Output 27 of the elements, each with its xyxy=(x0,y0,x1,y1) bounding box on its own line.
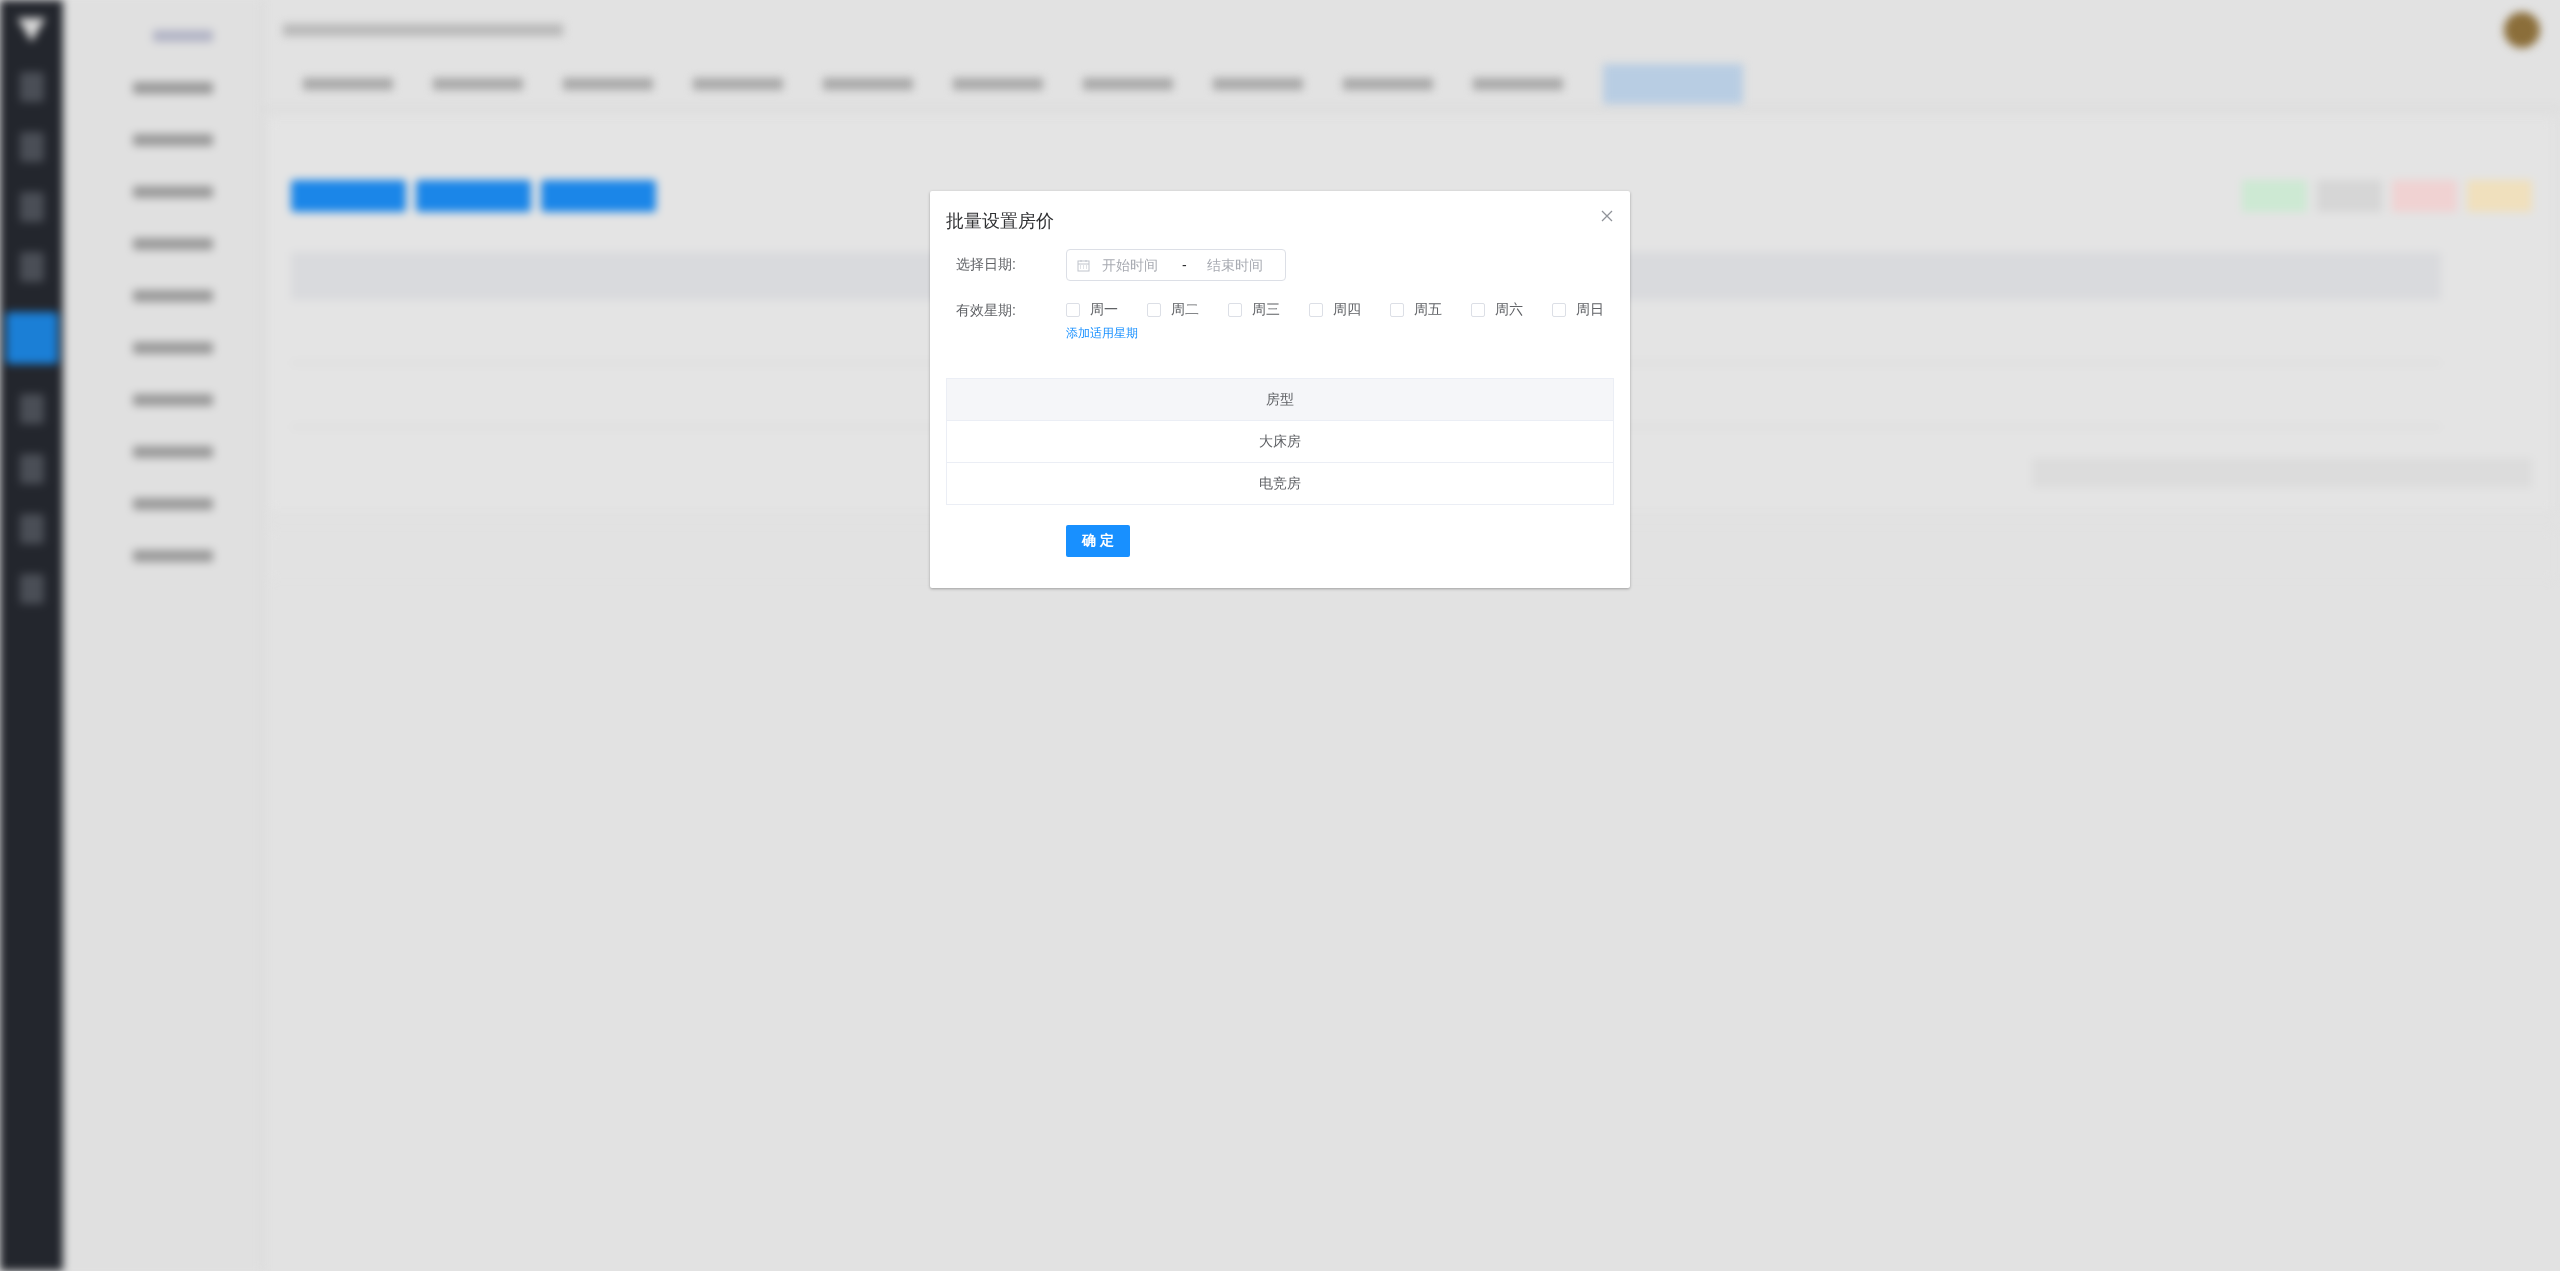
date-range-field[interactable]: 开始时间 - 结束时间 xyxy=(1066,249,1286,281)
checkbox-label[interactable]: 周日 xyxy=(1576,301,1604,319)
start-date-input[interactable]: 开始时间 xyxy=(1102,257,1172,273)
checkbox-label[interactable]: 周五 xyxy=(1414,301,1442,319)
checkbox-label[interactable]: 周四 xyxy=(1333,301,1361,319)
checkbox[interactable] xyxy=(1309,303,1323,317)
checkbox[interactable] xyxy=(1390,303,1404,317)
add-weekday-link[interactable]: 添加适用星期 xyxy=(1066,325,1138,342)
checkbox[interactable] xyxy=(1066,303,1080,317)
checkbox-label[interactable]: 周一 xyxy=(1090,301,1118,319)
checkbox[interactable] xyxy=(1552,303,1566,317)
field-label: 选择日期: xyxy=(955,256,1017,274)
calendar-icon xyxy=(1077,258,1090,272)
field-label: 有效星期: xyxy=(955,301,1017,320)
checkbox[interactable] xyxy=(1228,303,1242,317)
checkbox-label[interactable]: 周三 xyxy=(1252,301,1280,319)
dialog-title: 批量设置房价 xyxy=(946,210,1054,233)
column-header: 房型 xyxy=(946,378,1614,421)
checkbox-label[interactable]: 周六 xyxy=(1495,301,1523,319)
end-date-input[interactable]: 结束时间 xyxy=(1206,257,1277,273)
checkbox[interactable] xyxy=(1471,303,1485,317)
close-icon[interactable] xyxy=(1601,210,1613,222)
checkbox-label[interactable]: 周二 xyxy=(1171,301,1199,319)
table-cell: 大床房 xyxy=(946,420,1614,463)
checkbox[interactable] xyxy=(1147,303,1161,317)
range-separator: - xyxy=(1182,257,1187,273)
table-cell: 电竞房 xyxy=(946,462,1614,505)
